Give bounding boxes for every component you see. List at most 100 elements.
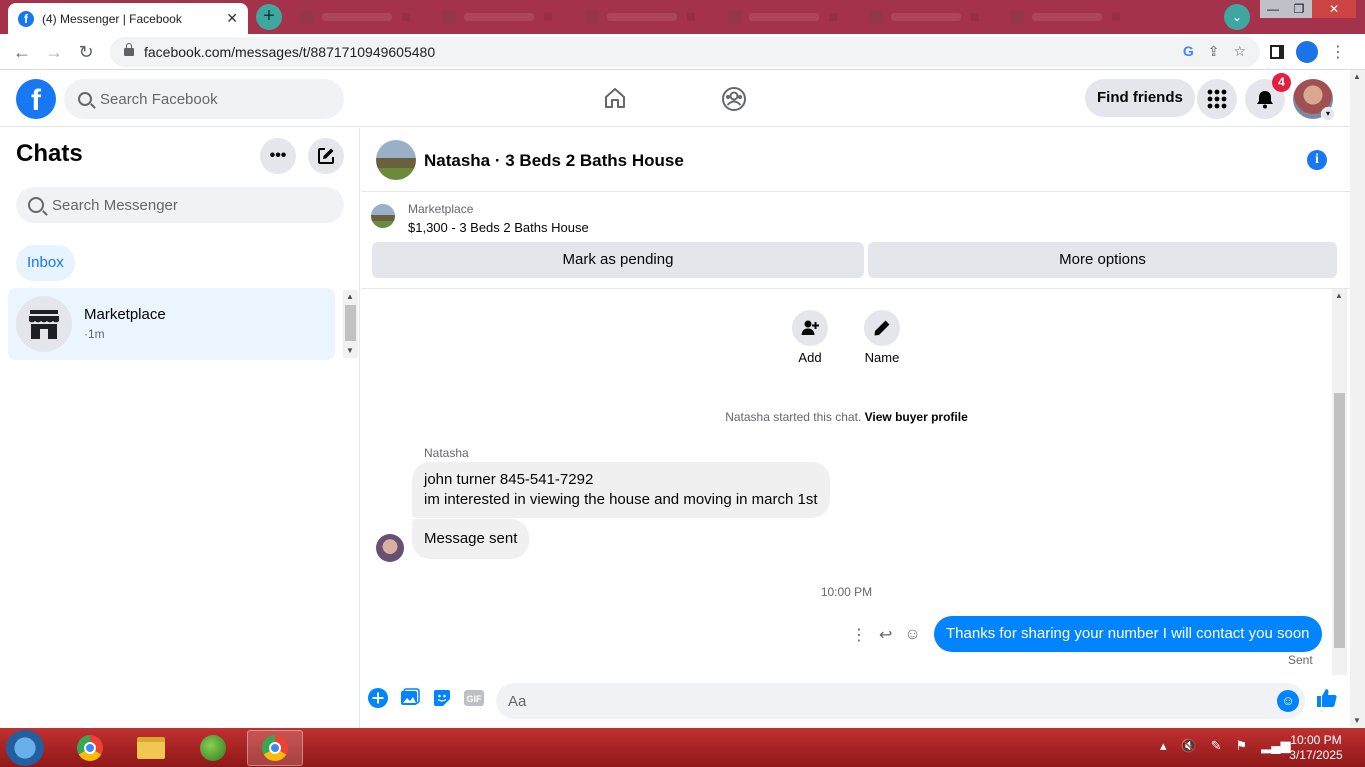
facebook-search[interactable] xyxy=(64,79,344,119)
browser-tab-active[interactable]: f (4) Messenger | Facebook ✕ xyxy=(8,3,248,34)
taskbar-download-app[interactable] xyxy=(185,730,241,766)
bookmark-star-icon[interactable]: ☆ xyxy=(1233,43,1246,60)
address-bar[interactable]: facebook.com/messages/t/8871710949605480… xyxy=(110,37,1260,67)
chat-item-marketplace[interactable]: Marketplace ·1m xyxy=(8,288,335,360)
incoming-message-line: john turner 845-541-7292 xyxy=(424,471,594,488)
chrome-icon xyxy=(77,735,103,761)
groups-icon[interactable] xyxy=(721,86,747,112)
gif-icon[interactable]: GIF xyxy=(464,688,484,708)
maximize-icon[interactable]: ❐ xyxy=(1286,0,1312,18)
page-scrollbar[interactable]: ▲ ▼ xyxy=(1350,70,1365,727)
scroll-down-icon[interactable]: ▼ xyxy=(346,346,354,355)
new-tab-button[interactable]: + xyxy=(256,4,282,30)
message-input-wrapper[interactable]: ☺ xyxy=(496,683,1305,719)
background-tab[interactable] xyxy=(585,8,705,26)
tray-expand-icon[interactable]: ▴ xyxy=(1160,738,1167,754)
tab-search-chevron-icon[interactable]: ⌄ xyxy=(1224,4,1250,30)
listing-avatar[interactable] xyxy=(376,140,416,180)
scrollbar-thumb[interactable] xyxy=(1334,393,1345,648)
account-avatar[interactable]: ▾ xyxy=(1293,79,1335,121)
incoming-message-line: im interested in viewing the house and m… xyxy=(424,491,818,508)
forward-arrow-icon[interactable]: → xyxy=(42,40,66,64)
facebook-logo-icon[interactable]: f xyxy=(16,79,56,119)
chats-sidebar: Chats ••• Inbox Marketplace ·1m ▲ ▼ xyxy=(0,128,360,728)
sticker-icon[interactable] xyxy=(432,688,452,708)
google-lens-icon[interactable]: G xyxy=(1183,43,1194,60)
notification-badge: 4 xyxy=(1272,73,1291,92)
add-people-button[interactable] xyxy=(792,310,828,346)
pen-icon[interactable]: ✎ xyxy=(1211,738,1222,754)
scroll-up-icon[interactable]: ▲ xyxy=(1335,291,1343,300)
background-tab[interactable] xyxy=(442,8,562,26)
taskbar-chrome-app[interactable] xyxy=(62,730,118,766)
lock-icon[interactable] xyxy=(124,43,134,56)
add-person-icon xyxy=(801,320,819,335)
chat-options-button[interactable]: ••• xyxy=(260,138,296,174)
background-tab[interactable] xyxy=(869,8,989,26)
natasha-avatar[interactable] xyxy=(376,534,404,562)
chat-item-name: Marketplace xyxy=(84,306,166,323)
compose-icon xyxy=(318,148,334,164)
thread-scrollbar[interactable]: ▲ xyxy=(1332,289,1347,675)
volume-muted-icon[interactable]: 🔇 xyxy=(1181,738,1197,754)
scrollbar-thumb[interactable] xyxy=(345,305,356,341)
thumbs-up-icon[interactable] xyxy=(1316,687,1338,709)
messenger-search-input[interactable] xyxy=(52,196,344,214)
reply-icon[interactable]: ↩ xyxy=(879,625,892,645)
info-icon[interactable]: i xyxy=(1307,150,1327,170)
taskbar-explorer-app[interactable] xyxy=(123,730,179,766)
background-tab[interactable] xyxy=(300,8,420,26)
more-vertical-icon[interactable]: ⋮ xyxy=(851,625,867,645)
flag-icon[interactable]: ⚑ xyxy=(1236,738,1248,754)
background-tab[interactable] xyxy=(727,8,847,26)
add-label: Add xyxy=(798,350,822,365)
chat-list-scrollbar[interactable]: ▲ ▼ xyxy=(343,290,358,358)
scroll-up-icon[interactable]: ▲ xyxy=(1353,72,1361,81)
incoming-message[interactable]: Message sent xyxy=(412,519,530,559)
emoji-icon[interactable]: ☺ xyxy=(1277,690,1299,712)
message-input[interactable] xyxy=(508,692,1305,710)
listing-thumbnail[interactable] xyxy=(371,204,395,228)
tab-title: (4) Messenger | Facebook xyxy=(42,11,182,26)
name-chat-button[interactable] xyxy=(864,310,900,346)
marketplace-listing-bar: Marketplace $1,300 - 3 Beds 2 Baths Hous… xyxy=(361,192,1350,289)
grid-menu-icon xyxy=(1207,89,1227,109)
plus-circle-icon[interactable] xyxy=(368,688,388,708)
share-icon[interactable]: ⇪ xyxy=(1208,43,1220,60)
side-panel-icon[interactable] xyxy=(1270,45,1284,59)
home-icon[interactable] xyxy=(603,86,627,110)
photo-icon[interactable] xyxy=(400,688,420,708)
mark-as-pending-button[interactable]: Mark as pending xyxy=(372,242,864,278)
taskbar-chrome-active[interactable] xyxy=(247,730,303,766)
react-smiley-icon[interactable]: ☺ xyxy=(904,626,920,644)
background-tab[interactable] xyxy=(1010,8,1130,26)
scroll-down-icon[interactable]: ▼ xyxy=(1353,716,1361,725)
listing-title[interactable]: $1,300 - 3 Beds 2 Baths House xyxy=(408,220,589,235)
tab-close-icon[interactable]: ✕ xyxy=(226,10,238,27)
taskbar-clock[interactable]: 10:00 PM 3/17/2025 xyxy=(1276,733,1356,763)
menu-grid-button[interactable] xyxy=(1197,79,1237,119)
outgoing-message[interactable]: Thanks for sharing your number I will co… xyxy=(934,616,1322,652)
back-arrow-icon[interactable]: ← xyxy=(10,40,34,64)
incoming-message[interactable]: john turner 845-541-7292 im interested i… xyxy=(412,462,830,518)
scroll-up-icon[interactable]: ▲ xyxy=(346,292,354,301)
reload-icon[interactable]: ↻ xyxy=(74,40,98,64)
windows-start-icon[interactable] xyxy=(6,730,44,766)
more-options-button[interactable]: More options xyxy=(868,242,1337,278)
minimize-icon[interactable]: — xyxy=(1260,0,1286,18)
view-buyer-profile-link[interactable]: View buyer profile xyxy=(865,410,968,424)
window-close-icon[interactable]: ✕ xyxy=(1312,0,1356,18)
notifications-button[interactable]: 4 xyxy=(1245,73,1291,119)
inbox-tab[interactable]: Inbox xyxy=(16,245,75,281)
messenger-search[interactable] xyxy=(16,187,344,223)
url-text[interactable]: facebook.com/messages/t/8871710949605480 xyxy=(144,44,435,60)
svg-text:GIF: GIF xyxy=(467,694,483,704)
pencil-icon xyxy=(874,320,890,336)
find-friends-button[interactable]: Find friends xyxy=(1085,79,1195,117)
facebook-search-input[interactable] xyxy=(100,90,344,108)
browser-menu-icon[interactable]: ⋮ xyxy=(1330,42,1346,62)
chrome-profile-icon[interactable] xyxy=(1296,41,1318,63)
new-message-button[interactable] xyxy=(308,138,344,174)
conversation-title[interactable]: Natasha · 3 Beds 2 Baths House xyxy=(424,151,684,171)
clock-date: 3/17/2025 xyxy=(1289,748,1343,762)
